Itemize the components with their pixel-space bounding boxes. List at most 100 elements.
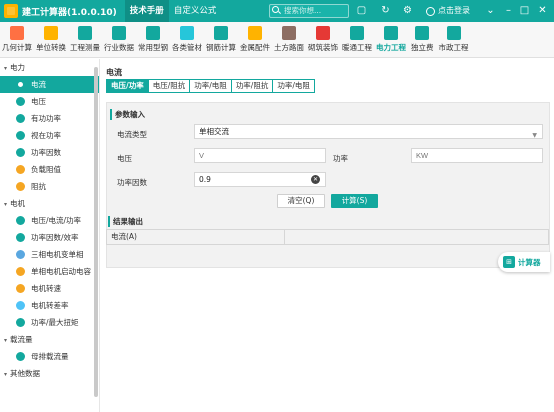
sidebar-item[interactable]: 负载阻值 (0, 161, 99, 178)
close-icon[interactable]: ✕ (537, 5, 548, 16)
toolbar-item-7[interactable]: 金属配件 (238, 22, 272, 57)
toolbar-item-icon (10, 26, 24, 40)
refresh-icon[interactable]: ↻ (380, 5, 391, 16)
toolbar-item-icon (214, 26, 228, 40)
clear-field-icon[interactable]: ✕ (311, 175, 320, 184)
toolbar-item-icon (350, 26, 364, 40)
sidebar-item-icon (16, 131, 25, 140)
calculate-button[interactable]: 计算(S) (331, 194, 378, 208)
sidebar-item[interactable]: 电机转速 (0, 280, 99, 297)
sidebar-item-label: 单相电机启动电容 (31, 267, 91, 276)
app-logo-icon (4, 4, 18, 18)
caret-down-icon: ▾ (4, 371, 8, 378)
toolbar-item-label: 独立费 (411, 43, 434, 52)
sidebar-item-label: 视在功率 (31, 131, 61, 140)
sidebar-item-icon (16, 352, 25, 361)
app-title: 建工计算器(1.0.0.10) (22, 7, 117, 18)
sidebar-item[interactable]: 电压/电流/功率 (0, 212, 99, 229)
sidebar-group[interactable]: ▾ 电力 (0, 59, 99, 76)
settings-icon[interactable]: ⚙ (402, 5, 413, 16)
toolbar-item-10[interactable]: 暖通工程 (340, 22, 374, 57)
toolbar-item-icon (446, 26, 461, 40)
caret-down-icon: ▾ (4, 337, 8, 344)
title-bar: 建工计算器(1.0.0.10) 技术手册 自定义公式 搜索你想... ▢ ↻ ⚙… (0, 0, 554, 22)
clear-button[interactable]: 清空(Q) (277, 194, 325, 208)
sidebar-item-icon (16, 233, 25, 242)
sidebar-item[interactable]: 阻抗 (0, 178, 99, 195)
sidebar-item-icon (16, 267, 25, 276)
sidebar-item-icon (16, 250, 25, 259)
toolbar-item-label: 单位转换 (36, 43, 66, 52)
toolbar-item-9[interactable]: 砌筑装饰 (306, 22, 340, 57)
toolbar-item-11[interactable]: 电力工程 (374, 22, 408, 57)
tab-voltage-impedance[interactable]: 电压/阻抗 (147, 79, 191, 93)
toolbar-item-0[interactable]: 几何计算 (0, 22, 34, 57)
minimize-icon[interactable]: – (503, 5, 514, 16)
sidebar-item[interactable]: 电机转差率 (0, 297, 99, 314)
toolbar-item-4[interactable]: 常用型钢 (136, 22, 170, 57)
login-label: 点击登录 (438, 6, 470, 15)
toolbar-item-12[interactable]: 独立费 (408, 22, 437, 57)
sidebar-group-label: 载流量 (10, 335, 33, 344)
calc-tabs: 电压/功率 电压/阻抗 功率/电阻 功率/阻抗 功率/电阻 (106, 79, 315, 93)
toolbar-item-label: 土方路面 (274, 43, 304, 52)
tab-voltage-power[interactable]: 电压/功率 (106, 79, 149, 93)
toolbar-item-label: 各类管材 (172, 43, 202, 52)
sidebar-item[interactable]: 功率因数/效率 (0, 229, 99, 246)
calculator-button[interactable]: ⊞ 计算器 (498, 252, 550, 272)
toolbar-item-label: 电力工程 (376, 43, 406, 52)
result-label: 电流(A) (107, 230, 285, 244)
search-input[interactable]: 搜索你想... (269, 4, 349, 18)
sidebar-group[interactable]: ▾ 电机 (0, 195, 99, 212)
pf-field[interactable]: 0.9 ✕ (194, 172, 326, 187)
main-panel: 电流 电压/功率 电压/阻抗 功率/电阻 功率/阻抗 功率/电阻 参数输入 电流… (104, 59, 554, 412)
tab-power-resistance[interactable]: 功率/电阻 (189, 79, 232, 93)
toolbar-item-icon (248, 26, 262, 40)
screen-icon[interactable]: ▢ (356, 5, 367, 16)
sidebar-item[interactable]: 母排载流量 (0, 348, 99, 365)
toolbar-item-1[interactable]: 单位转换 (34, 22, 68, 57)
sidebar-item[interactable]: 功率/最大扭矩 (0, 314, 99, 331)
sidebar-item[interactable]: 电流 (0, 76, 99, 93)
toolbar-item-label: 行业数据 (104, 43, 134, 52)
sidebar-item[interactable]: 三相电机变单相 (0, 246, 99, 263)
page-title: 电流 (106, 68, 122, 77)
login-button[interactable]: 点击登录 (426, 0, 470, 22)
toolbar-item-5[interactable]: 各类管材 (170, 22, 204, 57)
tab-tech-manual[interactable]: 技术手册 (124, 0, 169, 22)
sidebar-item-icon (16, 216, 25, 225)
sidebar-item-icon (16, 97, 25, 106)
toolbar-item-3[interactable]: 行业数据 (102, 22, 136, 57)
toolbar-item-2[interactable]: 工程测量 (68, 22, 102, 57)
current-type-select[interactable]: 单相交流 ▼ (194, 124, 543, 139)
tab-power-resistance-2[interactable]: 功率/电阻 (272, 79, 315, 93)
voltage-field[interactable] (194, 148, 326, 163)
toolbar-item-label: 暖通工程 (342, 43, 372, 52)
sidebar-item[interactable]: 单相电机启动电容 (0, 263, 99, 280)
sidebar-item-label: 阻抗 (31, 182, 46, 191)
sidebar-item-label: 三相电机变单相 (31, 250, 84, 259)
sidebar-item[interactable]: 功率因数 (0, 144, 99, 161)
user-icon (426, 6, 435, 16)
toolbar-item-icon (384, 26, 398, 40)
sidebar-scrollbar[interactable] (94, 67, 98, 397)
sidebar-item[interactable]: 电压 (0, 93, 99, 110)
sidebar-item[interactable]: 有功功率 (0, 110, 99, 127)
sidebar-item-icon (16, 182, 25, 191)
maximize-icon[interactable]: □ (519, 5, 530, 16)
tab-custom-formula[interactable]: 自定义公式 (169, 0, 222, 22)
toolbar-item-label: 常用型钢 (138, 43, 168, 52)
tab-power-impedance[interactable]: 功率/阻抗 (230, 79, 274, 93)
toolbar-item-6[interactable]: 钢筋计算 (204, 22, 238, 57)
sidebar-item-icon (16, 318, 25, 327)
sidebar-group-label: 电机 (10, 199, 26, 208)
sidebar-group[interactable]: ▾ 其他数据 (0, 365, 99, 382)
power-field[interactable] (411, 148, 543, 163)
sidebar-group[interactable]: ▾ 载流量 (0, 331, 99, 348)
toolbar-item-13[interactable]: 市政工程 (437, 22, 471, 57)
current-type-value: 单相交流 (199, 127, 229, 136)
toolbar-item-8[interactable]: 土方路面 (272, 22, 306, 57)
dropdown-icon[interactable]: ⌄ (485, 5, 496, 16)
sidebar-item[interactable]: 视在功率 (0, 127, 99, 144)
pf-label: 功率因数 (117, 178, 147, 187)
